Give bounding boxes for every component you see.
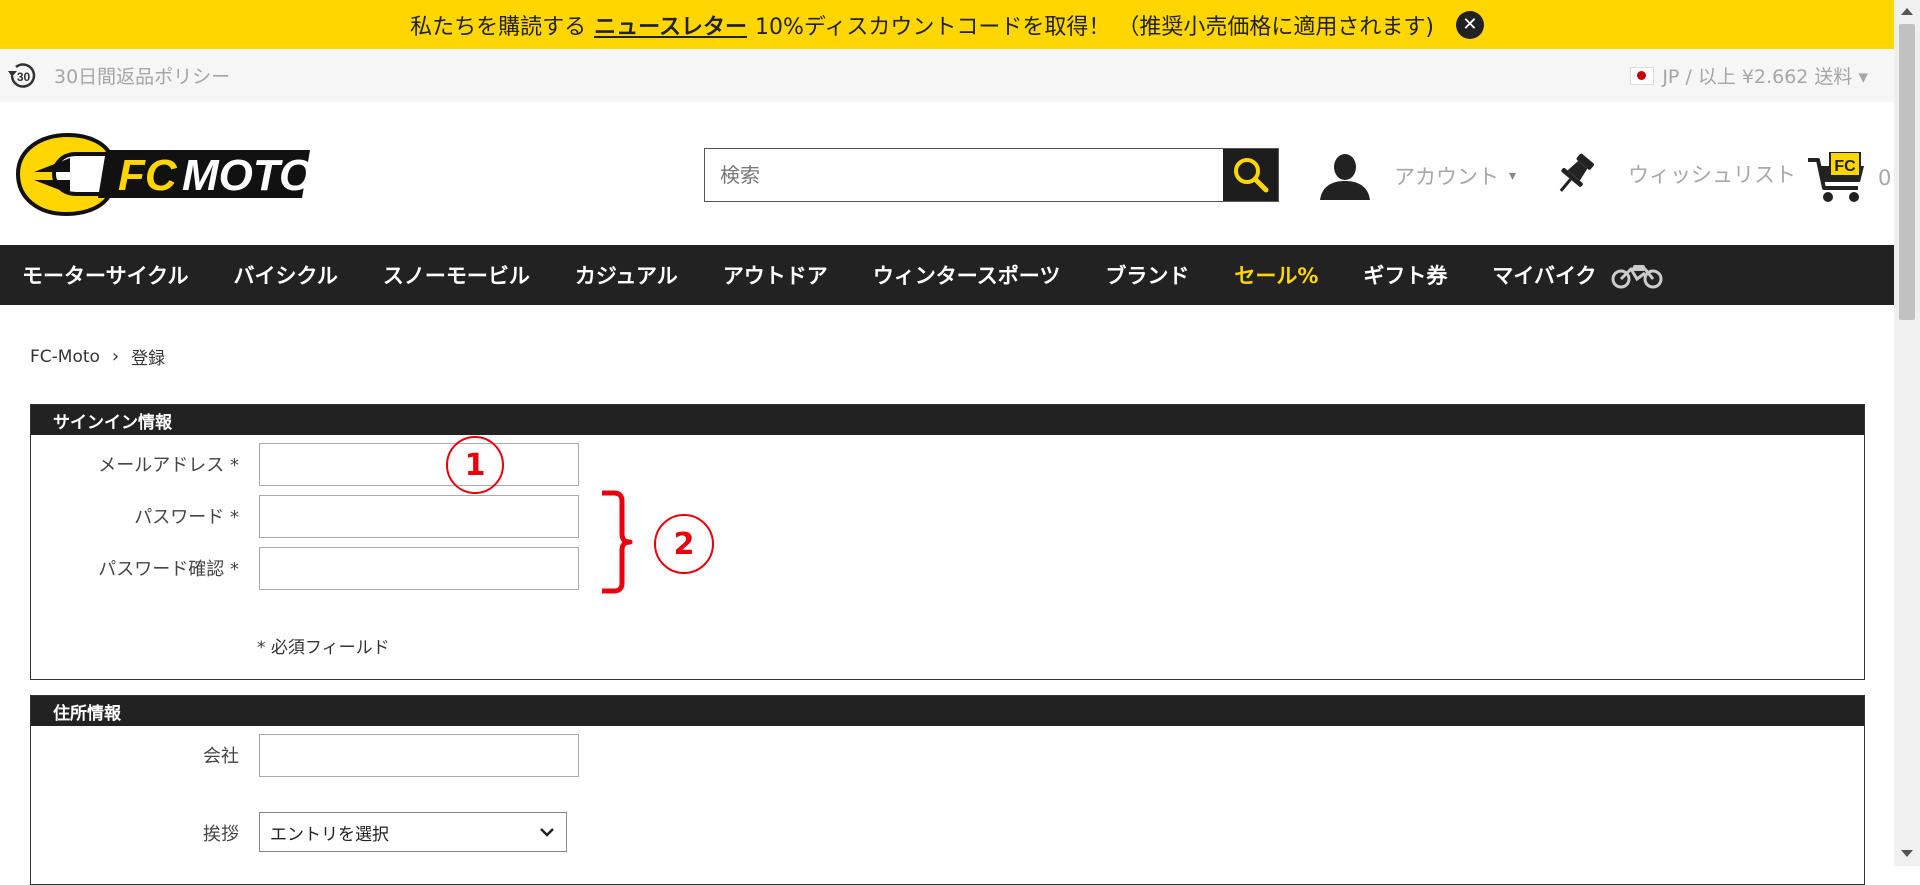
account-caret: ▾	[1509, 168, 1517, 184]
motorbike-icon	[1611, 265, 1663, 289]
breadcrumb-current: 登録	[131, 349, 166, 369]
wishlist-label: ウィッシュリスト	[1628, 163, 1796, 187]
account-label: アカウント	[1394, 165, 1499, 189]
newsletter-link[interactable]: ニュースレター	[594, 9, 747, 41]
page-scrollbar[interactable]	[1894, 0, 1920, 866]
returns-policy-link[interactable]: 30 30日間返品ポリシー	[6, 59, 230, 93]
svg-text:MOTO: MOTO	[182, 151, 310, 200]
nav-item-my-bike-label: マイバイク	[1492, 264, 1597, 288]
email-field[interactable]	[259, 443, 579, 486]
password-confirm-row: パスワード確認 *	[31, 547, 579, 590]
signin-section-title: サインイン情報	[31, 405, 1864, 435]
breadcrumb: FC-Moto › 登録	[30, 344, 165, 369]
nav-item-snowmobile[interactable]: スノーモービル	[383, 260, 530, 290]
return-30-icon: 30	[6, 59, 40, 93]
password-confirm-label: パスワード確認 *	[98, 559, 239, 580]
chevron-right-icon: ›	[111, 346, 120, 367]
user-icon	[1320, 154, 1370, 200]
password-field[interactable]	[259, 495, 579, 538]
address-section: 住所情報 会社 挨拶 エントリを選択	[30, 695, 1865, 885]
returns-label: 30日間返品ポリシー	[54, 66, 231, 88]
signin-section: サインイン情報 メールアドレス * パスワード * パスワード確認 * * 必須…	[30, 404, 1865, 680]
search-icon	[1233, 158, 1268, 193]
nav-item-motorcycle[interactable]: モーターサイクル	[22, 260, 189, 290]
search-input[interactable]	[705, 149, 1223, 201]
wishlist-link[interactable]: ウィッシュリスト	[1552, 150, 1796, 198]
nav-item-bicycle[interactable]: バイシクル	[234, 260, 338, 290]
annotation-marker-1-label: 1	[464, 447, 486, 483]
scrollbar-thumb[interactable]	[1899, 24, 1915, 320]
password-label: パスワード *	[134, 507, 239, 528]
promo-prefix: 私たちを購読する	[410, 14, 587, 40]
annotation-marker-2-label: 2	[673, 526, 695, 562]
nav-item-outdoor[interactable]: アウトドア	[723, 260, 828, 290]
salutation-label: 挨拶	[203, 824, 239, 845]
close-icon[interactable]: ✕	[1455, 10, 1484, 39]
logo-graphic: FC MOTO	[15, 132, 313, 217]
nav-item-sale[interactable]: セール%	[1234, 260, 1318, 290]
shipping-label: JP / 以上 ¥2.662 送料 ▾	[1662, 66, 1868, 88]
utility-bar: 30 30日間返品ポリシー JP / 以上 ¥2.662 送料 ▾	[0, 49, 1894, 102]
company-field[interactable]	[259, 734, 579, 777]
cart-icon: FC	[1808, 152, 1864, 202]
nav-item-gift-cards[interactable]: ギフト券	[1363, 260, 1447, 290]
company-row: 会社	[31, 734, 579, 777]
nav-item-brands[interactable]: ブランド	[1105, 260, 1189, 290]
nav-item-my-bike[interactable]: マイバイク	[1492, 260, 1663, 290]
site-header: FC MOTO アカウント ▾ ウィッシュリスト	[0, 102, 1894, 245]
search-button[interactable]	[1223, 149, 1278, 201]
salutation-row: 挨拶 エントリを選択	[31, 812, 567, 852]
main-nav: モーターサイクル バイシクル スノーモービル カジュアル アウトドア ウィンター…	[0, 245, 1894, 305]
nav-item-casual[interactable]: カジュアル	[575, 260, 678, 290]
returns-badge: 30	[17, 70, 31, 84]
scroll-up-icon[interactable]	[1901, 8, 1913, 15]
password-confirm-field[interactable]	[259, 547, 579, 590]
svg-text:FC: FC	[118, 151, 178, 200]
nav-item-winter-sports[interactable]: ウィンタースポーツ	[873, 260, 1061, 290]
annotation-bracket	[602, 490, 633, 594]
email-label: メールアドレス *	[98, 455, 239, 476]
account-menu[interactable]: アカウント ▾	[1318, 152, 1516, 200]
cart-count: 0	[1878, 166, 1892, 190]
salutation-select[interactable]: エントリを選択	[259, 812, 567, 852]
fc-moto-logo[interactable]: FC MOTO	[10, 132, 313, 217]
shipping-selector[interactable]: JP / 以上 ¥2.662 送料 ▾	[1630, 62, 1868, 89]
salutation-value: エントリを選択	[270, 824, 389, 845]
address-section-title: 住所情報	[31, 696, 1864, 726]
required-note: * 必須フィールド	[257, 638, 390, 658]
promo-suffix: 10%ディスカウントコードを取得！ （推奨小売価格に適用されます)	[754, 14, 1434, 40]
breadcrumb-home[interactable]: FC-Moto	[30, 347, 100, 367]
search-box	[704, 148, 1279, 202]
pin-icon	[1559, 153, 1594, 192]
annotation-marker-2: 2	[654, 514, 714, 574]
japan-flag-icon	[1630, 66, 1655, 85]
cart-link[interactable]: FC 0	[1806, 152, 1891, 204]
cart-badge: FC	[1834, 158, 1856, 175]
promo-banner: 私たちを購読する ニュースレター 10%ディスカウントコードを取得！ （推奨小売…	[0, 0, 1894, 49]
chevron-down-icon	[540, 828, 554, 837]
company-label: 会社	[203, 746, 239, 767]
scroll-down-icon[interactable]	[1901, 850, 1913, 857]
annotation-marker-1: 1	[446, 436, 504, 494]
password-row: パスワード *	[31, 495, 579, 538]
